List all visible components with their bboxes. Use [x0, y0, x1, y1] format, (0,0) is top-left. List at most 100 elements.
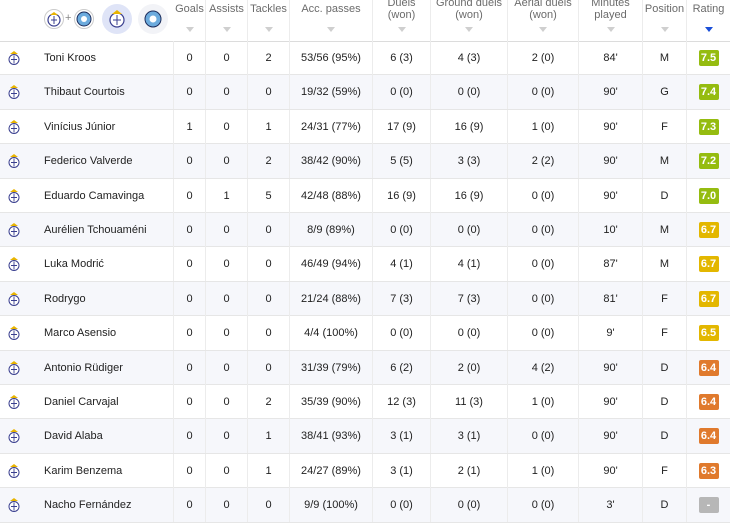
table-row[interactable]: Karim Benzema 0 0 1 24/27 (89%) 3 (1) 2 (1) 1 (… — [0, 453, 730, 489]
cell-ground: 4 (1) — [431, 247, 508, 282]
real-madrid-crest-icon — [6, 256, 22, 272]
cell-tackles: 0 — [248, 247, 290, 282]
real-madrid-crest-icon — [6, 84, 22, 100]
column-header-minutes[interactable]: Minutes played — [579, 0, 643, 41]
column-header-ground-duels[interactable]: Ground duels (won) — [431, 0, 508, 41]
real-madrid-crest-icon — [6, 394, 22, 410]
cell-name[interactable]: Rodrygo — [32, 281, 174, 316]
cell-duels: 5 (5) — [373, 144, 431, 179]
cell-aerial: 1 (0) — [508, 453, 579, 488]
cell-rating: - — [687, 488, 730, 522]
rating-badge: 7.0 — [698, 187, 719, 204]
cell-name[interactable]: Nacho Fernández — [32, 488, 174, 523]
cell-name[interactable]: Vinícius Júnior — [32, 109, 174, 144]
cell-ground: 3 (1) — [431, 419, 508, 454]
cell-name[interactable]: Luka Modrić — [32, 247, 174, 282]
table-row[interactable]: Rodrygo 0 0 0 21/24 (88%) 7 (3) 7 (3) 0 (0) 81' F… — [0, 281, 730, 317]
column-header-goals[interactable]: Goals — [174, 0, 206, 41]
column-header-duels[interactable]: Duels (won) — [373, 0, 431, 41]
cell-minutes: 90' — [579, 385, 643, 419]
table-row[interactable]: Luka Modrić 0 0 0 46/49 (94%) 4 (1) 4 (1) 0 (0)… — [0, 247, 730, 282]
cell-tackles: 5 — [248, 178, 290, 213]
cell-passes: 46/49 (94%) — [290, 247, 373, 282]
table-row[interactable]: David Alaba 0 0 1 38/41 (93%) 3 (1) 3 (1) 0 (0)… — [0, 419, 730, 454]
table-row[interactable]: Vinícius Júnior 1 0 1 24/31 (77%) 17 (9) 16 (9… — [0, 109, 730, 145]
real-madrid-crest-icon[interactable] — [102, 4, 132, 34]
column-header-tackles[interactable]: Tackles — [248, 0, 290, 41]
real-madrid-crest-icon — [6, 325, 22, 341]
cell-minutes: 87' — [579, 247, 643, 282]
cell-name[interactable]: Thibaut Courtois — [32, 75, 174, 110]
table-row[interactable]: Aurélien Tchouaméni 0 0 0 8/9 (89%) 0 (0) 0 (0… — [0, 213, 730, 248]
column-header-aerial-duels[interactable]: Aerial duels (won) — [508, 0, 579, 41]
cell-aerial: 0 (0) — [508, 419, 579, 454]
rating-badge: 6.7 — [698, 256, 719, 273]
rating-badge: 7.3 — [698, 118, 719, 135]
cell-goals: 0 — [174, 350, 206, 385]
sort-arrow-active-icon — [704, 27, 713, 32]
cell-name[interactable]: Aurélien Tchouaméni — [32, 213, 174, 247]
cell-name[interactable]: Antonio Rüdiger — [32, 350, 174, 385]
column-header-acc-passes[interactable]: Acc. passes — [290, 0, 373, 41]
cell-rating: 7.3 — [687, 110, 730, 144]
sort-arrow-icon — [222, 27, 231, 32]
cell-position: D — [643, 488, 687, 523]
manchester-city-crest-icon[interactable] — [74, 9, 94, 29]
cell-duels: 12 (3) — [373, 385, 431, 419]
cell-rating: 6.5 — [687, 316, 730, 350]
real-madrid-crest-icon[interactable] — [44, 9, 64, 29]
cell-minutes: 90' — [579, 144, 643, 179]
cell-name[interactable]: Daniel Carvajal — [32, 385, 174, 419]
rating-badge: 6.3 — [698, 462, 719, 479]
cell-name[interactable]: Karim Benzema — [32, 453, 174, 488]
real-madrid-crest-icon — [6, 222, 22, 238]
cell-name[interactable]: David Alaba — [32, 419, 174, 454]
cell-position: D — [643, 178, 687, 213]
cell-name[interactable]: Marco Asensio — [32, 316, 174, 351]
team-filter[interactable]: + — [32, 0, 172, 41]
cell-goals: 0 — [174, 453, 206, 488]
rating-badge: 6.4 — [698, 359, 719, 376]
cell-passes: 38/41 (93%) — [290, 419, 373, 454]
table-row[interactable]: Daniel Carvajal 0 0 2 35/39 (90%) 12 (3) 11 (3… — [0, 385, 730, 420]
table-row[interactable]: Marco Asensio 0 0 0 4/4 (100%) 0 (0) 0 (0) 0 (0… — [0, 316, 730, 351]
cell-tackles: 0 — [248, 316, 290, 351]
cell-assists: 0 — [206, 247, 248, 282]
cell-rating: 6.3 — [687, 454, 730, 488]
rating-badge: 7.4 — [698, 84, 719, 101]
cell-passes: 19/32 (59%) — [290, 75, 373, 110]
cell-position: M — [643, 144, 687, 179]
cell-ground: 0 (0) — [431, 488, 508, 523]
cell-name[interactable]: Federico Valverde — [32, 144, 174, 179]
sort-arrow-icon — [185, 27, 194, 32]
table-row[interactable]: Federico Valverde 0 0 2 38/42 (90%) 5 (5) 3 (3… — [0, 144, 730, 179]
column-header-assists[interactable]: Assists — [206, 0, 248, 41]
cell-tackles: 2 — [248, 144, 290, 179]
table-row[interactable]: Thibaut Courtois 0 0 0 19/32 (59%) 0 (0) 0 (0)… — [0, 75, 730, 110]
cell-minutes: 90' — [579, 75, 643, 110]
rating-badge: 6.5 — [698, 325, 719, 342]
column-header-rating[interactable]: Rating — [687, 0, 730, 41]
manchester-city-crest-icon[interactable] — [138, 4, 168, 34]
column-label: Ground duels (won) — [435, 0, 503, 21]
cell-rating: 6.7 — [687, 282, 730, 316]
cell-duels: 0 (0) — [373, 488, 431, 523]
cell-position: M — [643, 247, 687, 282]
cell-tackles: 1 — [248, 453, 290, 488]
table-row[interactable]: Nacho Fernández 0 0 0 9/9 (100%) 0 (0) 0 (0) 0 … — [0, 488, 730, 523]
cell-duels: 6 (3) — [373, 41, 431, 75]
column-header-position[interactable]: Position — [643, 0, 687, 41]
table-row[interactable]: Toni Kroos 0 0 2 53/56 (95%) 6 (3) 4 (3) 2 (0) 8… — [0, 41, 730, 76]
cell-ground: 3 (3) — [431, 144, 508, 179]
cell-goals: 0 — [174, 144, 206, 179]
cell-duels: 4 (1) — [373, 247, 431, 282]
cell-ground: 11 (3) — [431, 385, 508, 419]
cell-minutes: 10' — [579, 213, 643, 247]
table-row[interactable]: Antonio Rüdiger 0 0 0 31/39 (79%) 6 (2) 2 (0) 4… — [0, 350, 730, 385]
cell-goals: 0 — [174, 419, 206, 454]
cell-duels: 3 (1) — [373, 419, 431, 454]
cell-name[interactable]: Toni Kroos — [32, 41, 174, 75]
cell-name[interactable]: Eduardo Camavinga — [32, 178, 174, 213]
cell-goals: 0 — [174, 316, 206, 351]
table-row[interactable]: Eduardo Camavinga 0 1 5 42/48 (88%) 16 (9) 16 … — [0, 178, 730, 213]
